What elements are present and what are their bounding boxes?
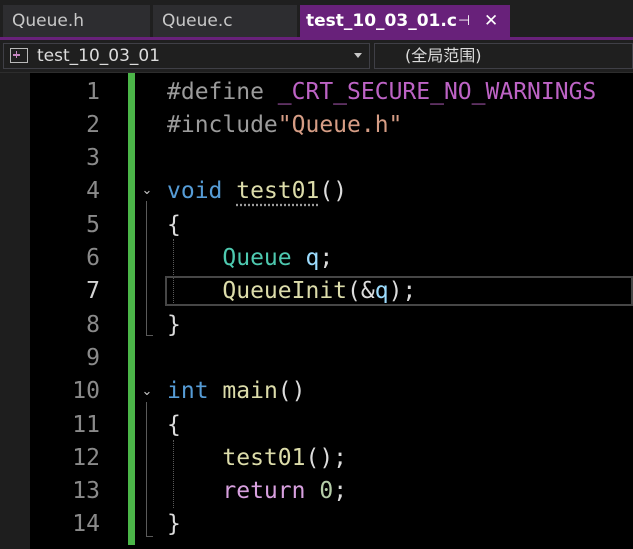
type-name: Queue <box>222 245 292 271</box>
fold-outline-end <box>146 536 153 537</box>
line-number: 10 <box>72 378 100 404</box>
line-number: 6 <box>86 245 100 271</box>
chevron-down-icon[interactable] <box>354 53 362 58</box>
tab-queue-h[interactable]: Queue.h <box>3 5 150 37</box>
brace: { <box>167 212 181 238</box>
punctuation: ); <box>388 278 417 304</box>
brace: { <box>167 412 181 438</box>
scope-label: (全局范围) <box>405 46 482 65</box>
editor-margin <box>0 73 30 549</box>
function-call: QueueInit <box>222 278 348 304</box>
punctuation: (& <box>347 278 375 304</box>
code-line-14[interactable]: } <box>167 507 181 541</box>
include-string: "Queue.h" <box>277 112 403 138</box>
line-number: 4 <box>86 178 100 204</box>
fold-toggle-icon[interactable]: ⌄ <box>139 183 155 199</box>
code-line-8[interactable]: } <box>167 308 181 342</box>
tab-test-10-03-01-c[interactable]: test_10_03_01.c ⊣ ✕ <box>300 5 510 37</box>
tab-queue-c[interactable]: Queue.c <box>153 5 297 37</box>
code-line-4[interactable]: void test01() <box>167 174 347 208</box>
code-line-11[interactable]: { <box>167 408 181 442</box>
variable-name: q <box>374 278 389 304</box>
punctuation: ; <box>333 478 348 504</box>
fold-outline <box>146 402 147 536</box>
document-tab-bar: Queue.h Queue.c test_10_03_01.c ⊣ ✕ <box>0 0 633 40</box>
code-line-12[interactable]: test01(); <box>167 441 347 475</box>
line-number-gutter: 1 2 3 4 5 6 7 8 9 10 11 12 13 14 <box>30 73 105 549</box>
line-number: 8 <box>86 312 100 338</box>
fold-outline-end <box>146 335 153 336</box>
code-line-1[interactable]: #define _CRT_SECURE_NO_WARNINGS <box>167 75 596 109</box>
line-number: 5 <box>86 212 100 238</box>
number-literal: 0 <box>319 478 334 504</box>
line-number: 9 <box>86 345 100 371</box>
brace: } <box>167 312 181 338</box>
fold-toggle-icon[interactable]: ⌄ <box>139 384 155 400</box>
code-line-2[interactable]: #include"Queue.h" <box>167 108 402 142</box>
keyword-return: return <box>222 478 306 504</box>
preprocessor-directive: #include <box>167 112 278 138</box>
variable-name: q <box>305 245 320 271</box>
keyword: int <box>167 378 209 404</box>
line-number: 13 <box>72 478 100 504</box>
project-dropdown[interactable]: test_10_03_01 <box>3 43 370 69</box>
macro-name: _CRT_SECURE_NO_WARNINGS <box>277 79 597 105</box>
line-number: 12 <box>72 445 100 471</box>
code-editor[interactable]: 1 2 3 4 5 6 7 8 9 10 11 12 13 14 ⌄ ⌄ #de… <box>0 73 633 549</box>
punctuation: () <box>319 178 348 204</box>
code-line-6[interactable]: Queue q; <box>167 241 333 275</box>
line-number: 14 <box>72 511 100 537</box>
punctuation: (); <box>305 445 348 471</box>
line-number-current: 7 <box>86 278 100 304</box>
preprocessor-directive: #define <box>167 79 264 105</box>
line-number: 1 <box>86 79 100 105</box>
scope-dropdown[interactable]: (全局范围) <box>374 43 633 69</box>
tab-label: Queue.h <box>12 11 85 31</box>
punctuation: ; <box>319 245 334 271</box>
project-name: test_10_03_01 <box>37 46 161 66</box>
code-line-13[interactable]: return 0; <box>167 474 347 508</box>
line-number: 3 <box>86 145 100 171</box>
code-line-5[interactable]: { <box>167 208 181 242</box>
tab-label: test_10_03_01.c <box>306 11 457 31</box>
code-line-10[interactable]: int main() <box>167 374 306 408</box>
keyword: void <box>167 178 223 204</box>
change-tracking-bar <box>128 73 135 545</box>
line-number: 11 <box>72 412 100 438</box>
punctuation: () <box>277 378 306 404</box>
navigation-bar: test_10_03_01 (全局范围) <box>0 40 633 73</box>
function-call: test01 <box>222 445 306 471</box>
tab-label: Queue.c <box>162 11 233 31</box>
line-number: 2 <box>86 112 100 138</box>
close-icon[interactable]: ✕ <box>484 5 498 37</box>
brace: } <box>167 511 181 537</box>
pin-icon[interactable]: ⊣ <box>458 5 470 37</box>
function-name: main <box>222 378 278 404</box>
code-line-7[interactable]: QueueInit(&q); <box>167 274 416 308</box>
fold-outline <box>146 201 147 335</box>
function-name: test01 <box>236 178 320 204</box>
project-icon <box>10 48 28 63</box>
